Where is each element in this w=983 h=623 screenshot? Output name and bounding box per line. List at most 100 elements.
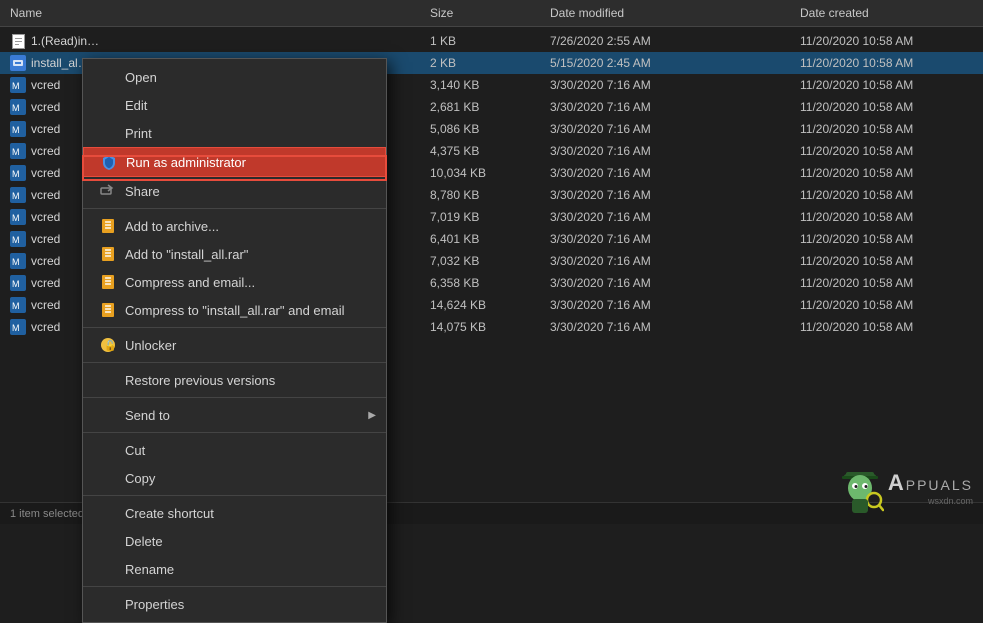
svg-text:M: M: [12, 81, 20, 91]
file-size: 8,780 KB: [430, 188, 550, 202]
context-menu-separator: [83, 208, 386, 209]
file-name-text: vcred: [31, 78, 60, 92]
file-modified: 3/30/2020 7:16 AM: [550, 298, 800, 312]
col-created-header[interactable]: Date created: [800, 6, 983, 20]
create-shortcut-icon: [99, 504, 117, 522]
svg-text:M: M: [12, 169, 20, 179]
context-menu-item-run-as-admin[interactable]: Run as administrator: [83, 147, 386, 177]
appuals-brand-text: APPUALS: [888, 470, 973, 496]
vcredist-icon: M: [10, 319, 26, 335]
file-modified: 3/30/2020 7:16 AM: [550, 254, 800, 268]
context-menu-item-add-to-install-rar[interactable]: Add to "install_all.rar": [83, 240, 386, 268]
context-menu-item-restore-versions[interactable]: Restore previous versions: [83, 366, 386, 394]
archive-icon: [100, 274, 116, 290]
context-menu-separator: [83, 586, 386, 587]
svg-text:M: M: [12, 191, 20, 201]
file-modified: 3/30/2020 7:16 AM: [550, 166, 800, 180]
menu-item-label: Edit: [125, 98, 147, 113]
archive-icon: [100, 302, 116, 318]
file-size: 7,032 KB: [430, 254, 550, 268]
context-menu-item-compress-rar-email[interactable]: Compress to "install_all.rar" and email: [83, 296, 386, 324]
share-icon: [99, 182, 117, 200]
file-modified: 7/26/2020 2:55 AM: [550, 34, 800, 48]
copy-icon: [99, 469, 117, 487]
context-menu-item-copy[interactable]: Copy: [83, 464, 386, 492]
context-menu-item-delete[interactable]: Delete: [83, 527, 386, 555]
context-menu-item-edit[interactable]: Edit: [83, 91, 386, 119]
context-menu-item-add-to-archive[interactable]: Add to archive...: [83, 212, 386, 240]
edit-icon: [99, 96, 117, 114]
file-created: 11/20/2020 10:58 AM: [800, 166, 983, 180]
file-modified: 5/15/2020 2:45 AM: [550, 56, 800, 70]
file-table-header: Name Size Date modified Date created: [0, 0, 983, 27]
cut-icon: [99, 441, 117, 459]
file-modified: 3/30/2020 7:16 AM: [550, 122, 800, 136]
context-menu-item-rename[interactable]: Rename: [83, 555, 386, 583]
menu-item-label: Properties: [125, 597, 184, 612]
col-size-header[interactable]: Size: [430, 6, 550, 20]
file-modified: 3/30/2020 7:16 AM: [550, 188, 800, 202]
vcredist-icon: M: [10, 121, 26, 137]
file-modified: 3/30/2020 7:16 AM: [550, 276, 800, 290]
file-size: 2,681 KB: [430, 100, 550, 114]
context-menu-separator: [83, 327, 386, 328]
unlocker-icon: 🔓: [100, 337, 116, 353]
file-created: 11/20/2020 10:58 AM: [800, 188, 983, 202]
shield-icon: [101, 154, 117, 170]
share-icon: [100, 184, 116, 198]
col-modified-header[interactable]: Date modified: [550, 6, 800, 20]
file-created: 11/20/2020 10:58 AM: [800, 276, 983, 290]
file-modified: 3/30/2020 7:16 AM: [550, 320, 800, 334]
file-name-text: vcred: [31, 188, 60, 202]
context-menu-item-compress-email[interactable]: Compress and email...: [83, 268, 386, 296]
menu-item-label: Add to "install_all.rar": [125, 247, 248, 262]
menu-item-label: Open: [125, 70, 157, 85]
svg-text:M: M: [12, 323, 20, 333]
file-name-text: vcred: [31, 144, 60, 158]
vcredist-icon: M: [10, 99, 26, 115]
file-created: 11/20/2020 10:58 AM: [800, 144, 983, 158]
file-size: 6,358 KB: [430, 276, 550, 290]
wsxdn-watermark: wsxdn.com: [888, 496, 973, 506]
context-menu-item-open[interactable]: Open: [83, 63, 386, 91]
unlocker-icon: 🔓: [99, 336, 117, 354]
vcredist-icon: M: [10, 297, 26, 313]
col-name-header[interactable]: Name: [0, 6, 430, 20]
archive-icon: [100, 246, 116, 262]
file-modified: 3/30/2020 7:16 AM: [550, 210, 800, 224]
context-menu-item-cut[interactable]: Cut: [83, 436, 386, 464]
watermark: APPUALS wsxdn.com: [836, 462, 973, 514]
context-menu-item-send-to[interactable]: Send to▶: [83, 401, 386, 429]
context-menu-item-create-shortcut[interactable]: Create shortcut: [83, 499, 386, 527]
menu-item-label: Rename: [125, 562, 174, 577]
svg-text:🔓: 🔓: [104, 339, 116, 352]
vcredist-icon: M: [10, 165, 26, 181]
svg-text:M: M: [12, 279, 20, 289]
context-menu-item-unlocker[interactable]: 🔓 Unlocker: [83, 331, 386, 359]
file-created: 11/20/2020 10:58 AM: [800, 298, 983, 312]
run-as-admin-icon: [100, 153, 118, 171]
rename-icon: [99, 560, 117, 578]
add-to-archive-icon: [99, 217, 117, 235]
print-icon: [99, 124, 117, 142]
file-name-text: vcred: [31, 276, 60, 290]
send-to-icon: [99, 406, 117, 424]
context-menu-item-print[interactable]: Print: [83, 119, 386, 147]
context-menu-item-share[interactable]: Share: [83, 177, 386, 205]
menu-item-label: Run as administrator: [126, 155, 246, 170]
file-modified: 3/30/2020 7:16 AM: [550, 232, 800, 246]
file-size: 6,401 KB: [430, 232, 550, 246]
file-modified: 3/30/2020 7:16 AM: [550, 144, 800, 158]
file-size: 2 KB: [430, 56, 550, 70]
file-created: 11/20/2020 10:58 AM: [800, 34, 983, 48]
compress-email-icon: [99, 273, 117, 291]
file-name-text: install_al…: [31, 56, 90, 70]
table-row[interactable]: 1.(Read)in… 1 KB 7/26/2020 2:55 AM 11/20…: [0, 30, 983, 52]
file-name-text: 1.(Read)in…: [31, 34, 99, 48]
svg-text:M: M: [12, 213, 20, 223]
context-menu-separator: [83, 362, 386, 363]
file-size: 3,140 KB: [430, 78, 550, 92]
context-menu-item-properties[interactable]: Properties: [83, 590, 386, 618]
properties-icon: [99, 595, 117, 613]
menu-item-label: Copy: [125, 471, 155, 486]
